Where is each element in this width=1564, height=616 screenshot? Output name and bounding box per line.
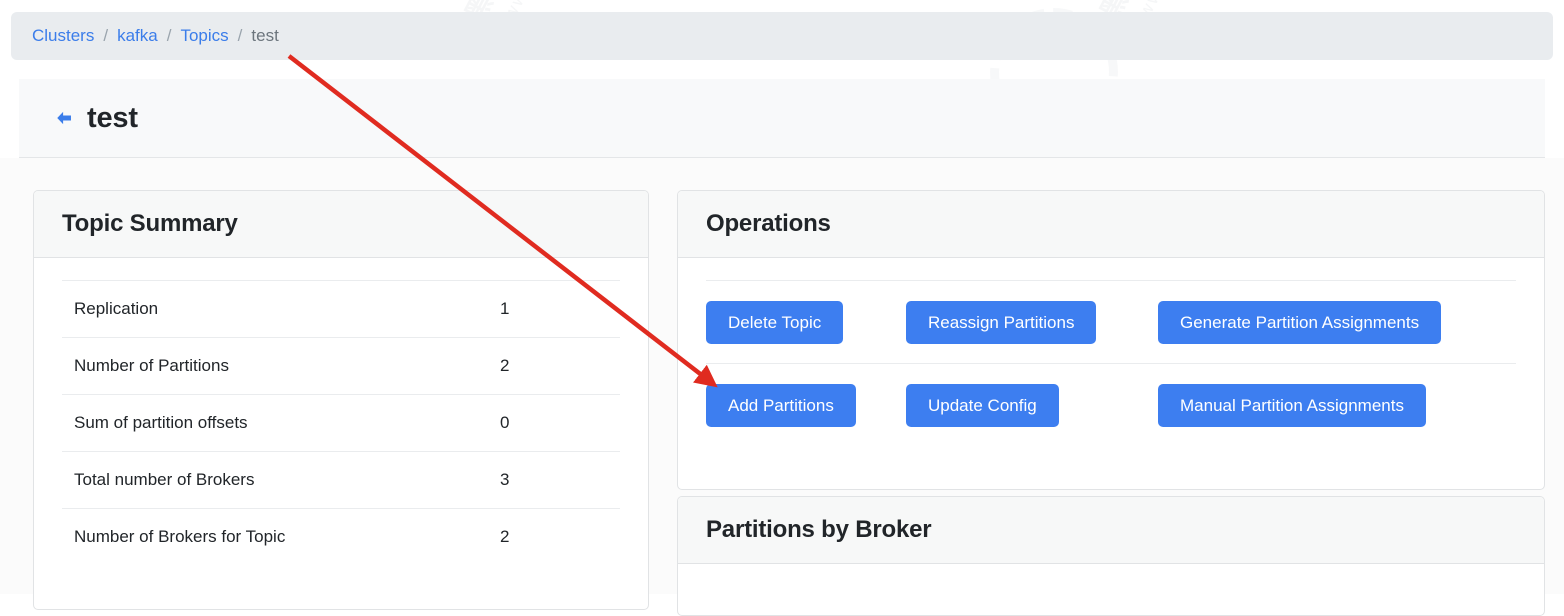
operations-cell: Generate Partition Assignments bbox=[1158, 301, 1516, 344]
operations-row-1: Delete Topic Reassign Partitions Generat… bbox=[706, 280, 1516, 363]
breadcrumb-item-topics[interactable]: Topics bbox=[180, 26, 228, 46]
table-row: Total number of Brokers 3 bbox=[62, 451, 620, 509]
operations-title: Operations bbox=[706, 210, 831, 237]
breadcrumb-separator: / bbox=[103, 26, 109, 45]
summary-label: Replication bbox=[74, 299, 159, 318]
generate-partition-assignments-button[interactable]: Generate Partition Assignments bbox=[1158, 301, 1442, 344]
page-title: test bbox=[87, 101, 138, 134]
table-row: Number of Partitions 2 bbox=[62, 337, 620, 395]
topic-summary-table: Replication 1 Number of Partitions 2 Sum… bbox=[62, 280, 620, 565]
delete-topic-button[interactable]: Delete Topic bbox=[706, 301, 844, 344]
operations-cell: Manual Partition Assignments bbox=[1158, 384, 1516, 427]
operations-card: Operations Delete Topic Reassign Partiti… bbox=[677, 190, 1545, 490]
operations-cell: Reassign Partitions bbox=[906, 301, 1158, 344]
operations-body: Delete Topic Reassign Partitions Generat… bbox=[678, 280, 1544, 446]
topic-summary-header: Topic Summary bbox=[34, 191, 648, 258]
operations-cell: Add Partitions bbox=[706, 384, 906, 427]
manual-partition-assignments-button[interactable]: Manual Partition Assignments bbox=[1158, 384, 1426, 427]
summary-value: 2 bbox=[500, 527, 510, 546]
add-partitions-button[interactable]: Add Partitions bbox=[706, 384, 856, 427]
summary-value: 3 bbox=[500, 470, 510, 489]
breadcrumb-item-kafka[interactable]: kafka bbox=[117, 26, 158, 46]
partitions-by-broker-header: Partitions by Broker bbox=[678, 497, 1544, 564]
partitions-by-broker-title: Partitions by Broker bbox=[706, 516, 932, 543]
breadcrumb: Clusters / kafka / Topics / test bbox=[11, 12, 1553, 60]
summary-label: Number of Partitions bbox=[74, 356, 229, 375]
summary-label: Number of Brokers for Topic bbox=[74, 527, 286, 546]
update-config-button[interactable]: Update Config bbox=[906, 384, 1059, 427]
topic-summary-title: Topic Summary bbox=[62, 210, 238, 237]
table-row: Number of Brokers for Topic 2 bbox=[62, 508, 620, 566]
operations-header: Operations bbox=[678, 191, 1544, 258]
operations-cell: Delete Topic bbox=[706, 301, 906, 344]
breadcrumb-separator: / bbox=[237, 26, 243, 45]
reassign-partitions-button[interactable]: Reassign Partitions bbox=[906, 301, 1097, 344]
page-header: test bbox=[19, 79, 1545, 158]
summary-value: 0 bbox=[500, 413, 510, 432]
topic-summary-body: Replication 1 Number of Partitions 2 Sum… bbox=[34, 280, 648, 565]
operations-row-2: Add Partitions Update Config Manual Part… bbox=[706, 363, 1516, 446]
back-arrow-icon[interactable] bbox=[55, 109, 73, 127]
operations-cell: Update Config bbox=[906, 384, 1158, 427]
topic-summary-card: Topic Summary Replication 1 Number of Pa… bbox=[33, 190, 649, 610]
summary-label: Sum of partition offsets bbox=[74, 413, 248, 432]
summary-label: Total number of Brokers bbox=[74, 470, 255, 489]
breadcrumb-separator: / bbox=[166, 26, 172, 45]
table-row: Replication 1 bbox=[62, 280, 620, 338]
main-content: Topic Summary Replication 1 Number of Pa… bbox=[0, 158, 1564, 616]
breadcrumb-item-clusters[interactable]: Clusters bbox=[32, 26, 94, 46]
summary-value: 2 bbox=[500, 356, 510, 375]
summary-value: 1 bbox=[500, 299, 510, 318]
table-row: Sum of partition offsets 0 bbox=[62, 394, 620, 452]
partitions-by-broker-card: Partitions by Broker bbox=[677, 496, 1545, 616]
breadcrumb-item-current: test bbox=[251, 26, 279, 45]
